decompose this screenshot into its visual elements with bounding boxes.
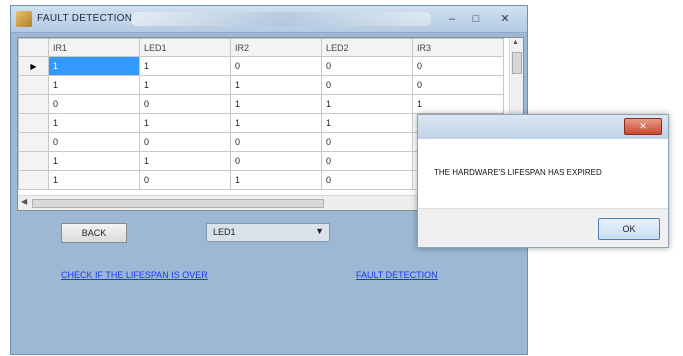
dialog-message: THE HARDWARE'S LIFESPAN HAS EXPIRED — [434, 168, 602, 177]
app-icon — [16, 11, 32, 27]
column-header-led1[interactable]: LED1 — [139, 38, 231, 57]
dropdown-value: LED1 — [213, 227, 236, 237]
grid-cell[interactable]: 0 — [139, 170, 231, 190]
grid-cell[interactable]: 0 — [412, 56, 504, 76]
grid-cell[interactable]: 1 — [321, 113, 413, 133]
scroll-left-icon[interactable]: ◀ — [21, 197, 27, 206]
grid-cell[interactable]: 1 — [412, 94, 504, 114]
table-row[interactable]: 1 1 1 0 0 — [18, 75, 504, 95]
dialog-footer: OK — [418, 208, 668, 247]
grid-cell[interactable]: 0 — [139, 132, 231, 152]
grid-cell[interactable]: 0 — [48, 132, 140, 152]
vertical-scroll-thumb[interactable] — [512, 52, 522, 74]
column-header-ir2[interactable]: IR2 — [230, 38, 322, 57]
minimize-icon[interactable]: – — [441, 11, 463, 27]
row-header[interactable] — [18, 170, 49, 190]
grid-cell[interactable]: 1 — [139, 56, 231, 76]
grid-cell[interactable]: 1 — [139, 113, 231, 133]
dialog-title-bar[interactable]: ✕ — [418, 115, 668, 139]
scroll-up-icon[interactable]: ▲ — [512, 39, 519, 46]
table-row[interactable]: ▶ 1 1 0 0 0 — [18, 56, 504, 76]
grid-cell[interactable]: 1 — [48, 170, 140, 190]
grid-cell[interactable]: 1 — [230, 170, 322, 190]
row-header[interactable] — [18, 113, 49, 133]
grid-cell[interactable]: 0 — [230, 132, 322, 152]
column-header-ir3[interactable]: IR3 — [412, 38, 504, 57]
grid-cell[interactable]: 1 — [230, 75, 322, 95]
grid-cell[interactable]: 1 — [48, 113, 140, 133]
check-lifespan-link[interactable]: CHECK IF THE LIFESPAN IS OVER — [61, 270, 208, 280]
grid-cell[interactable]: 0 — [321, 170, 413, 190]
grid-cell[interactable]: 1 — [48, 56, 140, 76]
dialog-close-icon[interactable]: ✕ — [624, 118, 662, 135]
grid-cell[interactable]: 1 — [321, 94, 413, 114]
current-row-arrow-icon: ▶ — [30, 62, 37, 71]
grid-cell[interactable]: 0 — [321, 56, 413, 76]
row-header[interactable] — [18, 75, 49, 95]
maximize-icon[interactable]: □ — [465, 11, 487, 27]
grid-cell[interactable]: 0 — [48, 94, 140, 114]
grid-cell[interactable]: 1 — [48, 75, 140, 95]
sensor-dropdown[interactable]: LED1 ▼ — [206, 223, 330, 242]
row-header[interactable]: ▶ — [18, 56, 49, 76]
grid-cell[interactable]: 1 — [230, 94, 322, 114]
back-button[interactable]: BACK — [61, 223, 127, 243]
table-row[interactable]: 0 0 1 1 1 — [18, 94, 504, 114]
grid-cell[interactable]: 0 — [321, 151, 413, 171]
grid-cell[interactable]: 1 — [230, 113, 322, 133]
grid-cell[interactable]: 1 — [48, 151, 140, 171]
fault-detection-link[interactable]: FAULT DETECTION — [356, 270, 438, 280]
grid-cell[interactable]: 0 — [321, 75, 413, 95]
message-dialog: ✕ THE HARDWARE'S LIFESPAN HAS EXPIRED OK — [417, 114, 669, 248]
grid-corner — [18, 38, 49, 57]
grid-cell[interactable]: 0 — [139, 94, 231, 114]
grid-cell[interactable]: 0 — [321, 132, 413, 152]
column-header-led2[interactable]: LED2 — [321, 38, 413, 57]
row-header[interactable] — [18, 132, 49, 152]
title-bar[interactable]: FAULT DETECTION – □ ✕ — [11, 6, 527, 33]
grid-cell[interactable]: 0 — [412, 75, 504, 95]
ok-button[interactable]: OK — [598, 218, 660, 240]
grid-cell[interactable]: 0 — [230, 151, 322, 171]
close-icon[interactable]: ✕ — [491, 11, 519, 27]
row-header[interactable] — [18, 94, 49, 114]
horizontal-scroll-thumb[interactable] — [32, 199, 324, 208]
grid-cell[interactable]: 1 — [139, 151, 231, 171]
chevron-down-icon[interactable]: ▼ — [315, 226, 324, 236]
row-header[interactable] — [18, 151, 49, 171]
window-title: FAULT DETECTION — [37, 13, 133, 24]
column-header-ir1[interactable]: IR1 — [48, 38, 140, 57]
title-bar-highlight — [131, 12, 431, 26]
grid-cell[interactable]: 1 — [139, 75, 231, 95]
grid-cell[interactable]: 0 — [230, 56, 322, 76]
